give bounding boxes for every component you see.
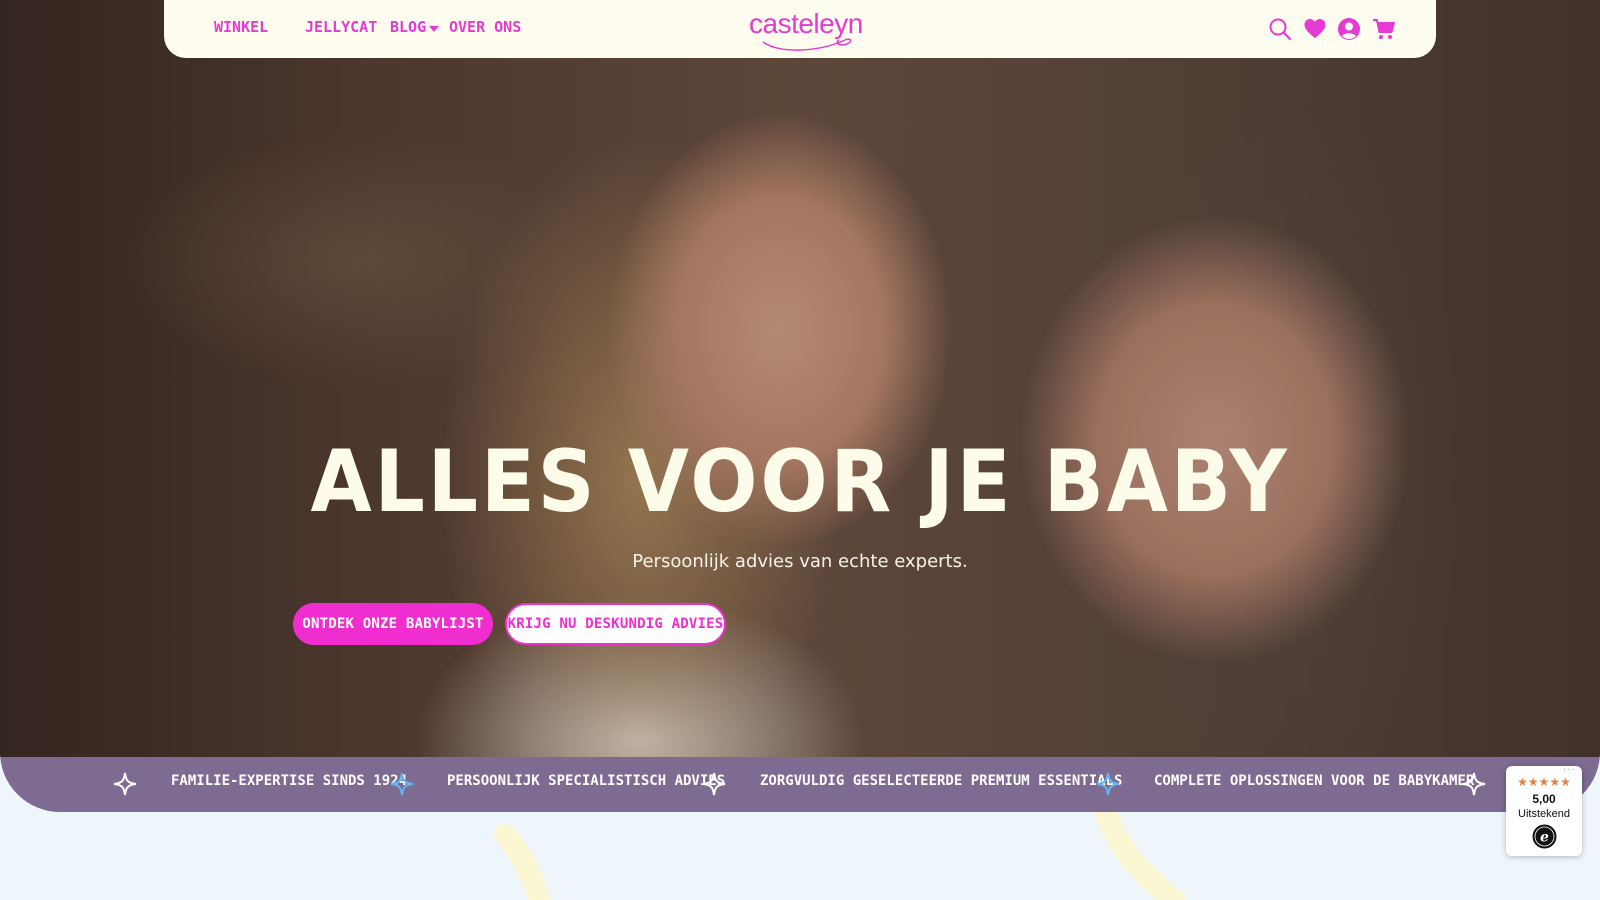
hero-subtitle: Persoonlijk advies van echte experts. xyxy=(632,551,968,572)
logo-flourish xyxy=(762,38,852,51)
sparkle-icon xyxy=(1096,772,1120,796)
account-icon[interactable] xyxy=(1337,17,1361,41)
sparkle-icon xyxy=(113,772,137,796)
cart-icon[interactable] xyxy=(1372,17,1396,41)
nav-blog[interactable]: BLOG xyxy=(390,18,426,36)
nav-over-ons[interactable]: OVER ONS xyxy=(449,18,521,36)
nav-winkel[interactable]: WINKEL xyxy=(214,18,268,36)
chevron-down-icon[interactable] xyxy=(428,25,440,33)
heart-icon[interactable] xyxy=(1303,17,1327,41)
discover-babylist-button[interactable]: ONTDEK ONZE BABYLIJST xyxy=(293,603,493,645)
sparkle-icon xyxy=(702,772,726,796)
trusted-shops-e-icon: e xyxy=(1532,824,1557,849)
ticker-item: ZORGVULDIG GESELECTEERDE PREMIUM ESSENTI… xyxy=(760,773,1123,789)
rating-stars: ★★★★★ xyxy=(1517,775,1571,789)
search-icon[interactable] xyxy=(1268,17,1292,41)
hero-overlay xyxy=(0,0,1600,757)
ticker-item: PERSOONLIJK SPECIALISTISCH ADVIES xyxy=(447,773,726,789)
ticker-item: FAMILIE-EXPERTISE SINDS 1924 xyxy=(171,773,408,789)
decorative-swoosh xyxy=(494,812,1186,900)
casteleyn-logo[interactable]: casteleyn xyxy=(749,8,863,51)
usp-ticker: FAMILIE-EXPERTISE SINDS 1924 PERSOONLIJK… xyxy=(0,757,1600,812)
sparkle-icon xyxy=(1462,772,1486,796)
hero-title: ALLES VOOR JE BABY xyxy=(310,432,1290,532)
hero-section: ALLES VOOR JE BABY Persoonlijk advies va… xyxy=(0,0,1600,812)
sparkle-icon xyxy=(390,772,414,796)
more-options-icon[interactable]: ··· xyxy=(1563,764,1576,775)
nav-jellycat[interactable]: JELLYCAT xyxy=(305,18,377,36)
svg-text:e: e xyxy=(1540,830,1549,846)
trusted-shops-badge[interactable]: ··· ★★★★★ 5,00 Uitstekend e xyxy=(1506,764,1582,856)
site-header: WINKEL JELLYCAT BLOG OVER ONS casteleyn xyxy=(164,0,1436,58)
ticker-item: COMPLETE OPLOSSINGEN VOOR DE BABYKAMER xyxy=(1154,773,1475,789)
rating-score: 5,00 xyxy=(1532,792,1556,806)
rating-label: Uitstekend xyxy=(1518,808,1570,820)
get-expert-advice-button[interactable]: KRIJG NU DESKUNDIG ADVIES xyxy=(505,603,726,645)
